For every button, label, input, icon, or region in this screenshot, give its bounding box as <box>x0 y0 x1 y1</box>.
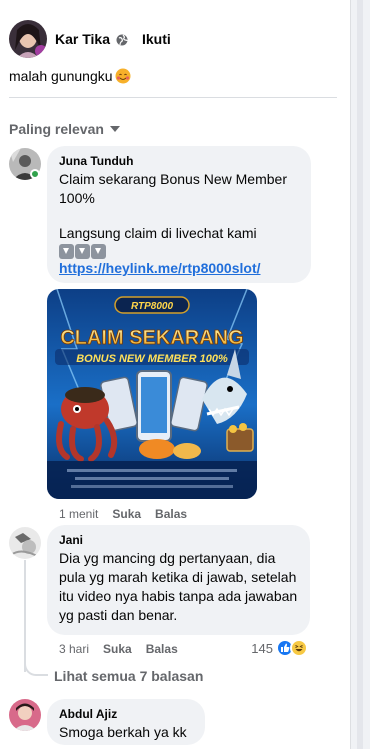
comment-text: Smoga berkah ya kk <box>59 724 187 740</box>
commenter-avatar[interactable] <box>9 527 41 559</box>
comment-timestamp[interactable]: 1 menit <box>59 507 98 521</box>
haha-icon <box>290 639 308 657</box>
reply-thread-line <box>24 560 26 672</box>
like-button[interactable]: Suka <box>112 507 141 521</box>
reply-button[interactable]: Balas <box>146 642 178 656</box>
down-arrow-icon <box>91 244 106 259</box>
comment-author[interactable]: Juna Tunduh <box>59 154 299 168</box>
comment-sort-dropdown[interactable]: Paling relevan <box>9 121 120 137</box>
reaction-summary[interactable]: 145 <box>251 639 308 657</box>
down-arrow-icon <box>59 244 74 259</box>
comment-actions: 1 menit Suka Balas <box>59 507 187 521</box>
comment-link[interactable]: https://heylink.me/rtp8000slot/ <box>59 259 299 278</box>
post-author-avatar[interactable] <box>9 20 47 58</box>
ad-headline: CLAIM SEKARANG <box>60 327 243 349</box>
post-text: malah gunungku <box>9 68 131 84</box>
comment-text: Claim sekarang Bonus New Member 100% <box>59 171 287 206</box>
comment-actions: 3 hari Suka Balas <box>59 642 178 656</box>
globe-icon <box>116 33 128 46</box>
post-text-body: malah gunungku <box>9 68 113 84</box>
scrollbar-track[interactable] <box>357 0 363 749</box>
smiling-face-with-hearts-icon <box>115 68 131 84</box>
comment-bubble: Abdul Ajiz Smoga berkah ya kk <box>47 699 205 745</box>
caret-down-icon <box>109 126 120 132</box>
sort-label: Paling relevan <box>9 121 104 137</box>
ad-subheadline: BONUS NEW MEMBER 100% <box>76 353 228 365</box>
reaction-count: 145 <box>251 640 273 656</box>
view-all-replies-link[interactable]: Lihat semua 7 balasan <box>54 668 203 684</box>
comment-bubble: Jani Dia yg mancing dg pertanyaan, dia p… <box>47 525 310 635</box>
comment-author[interactable]: Jani <box>59 533 298 547</box>
divider <box>9 97 337 98</box>
page-scrollbar[interactable] <box>350 0 370 749</box>
reply-thread-curve <box>24 658 48 676</box>
reply-button[interactable]: Balas <box>155 507 187 521</box>
comment-bubble: Juna Tunduh Claim sekarang Bonus New Mem… <box>47 146 311 283</box>
commenter-avatar[interactable] <box>9 699 41 731</box>
post-author-name[interactable]: Kar Tika <box>55 31 110 47</box>
comment-author[interactable]: Abdul Ajiz <box>59 707 193 721</box>
follow-button[interactable]: Ikuti <box>142 31 171 47</box>
online-status-dot <box>30 169 40 179</box>
post-header: Kar Tika Ikuti <box>9 20 339 58</box>
comment-image[interactable]: RTP8000 CLAIM SEKARANG BONUS NEW MEMBER … <box>47 289 257 499</box>
like-button[interactable]: Suka <box>103 642 132 656</box>
down-arrows <box>59 244 299 259</box>
down-arrow-icon <box>75 244 90 259</box>
brand-logo-text: RTP8000 <box>131 301 174 312</box>
comment-text: Langsung claim di livechat kami <box>59 225 257 241</box>
comment-text: Dia yg mancing dg pertanyaan, dia pula y… <box>59 550 298 623</box>
comment-timestamp[interactable]: 3 hari <box>59 642 89 656</box>
